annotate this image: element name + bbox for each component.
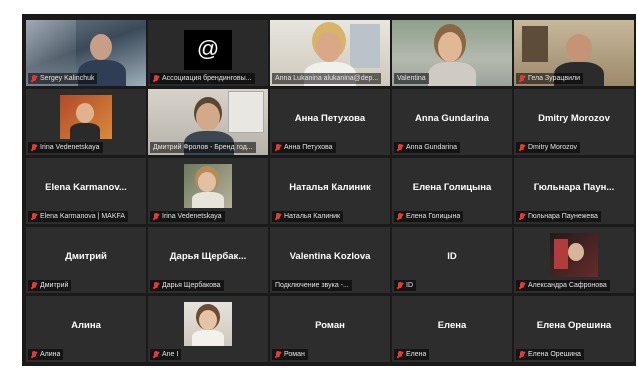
muted-mic-icon xyxy=(31,350,37,359)
participant-display-name: Valentina Kozlova xyxy=(289,251,371,262)
muted-mic-icon xyxy=(153,212,159,221)
participant-display-name: Дмитрий xyxy=(65,251,107,262)
participant-tile[interactable]: Гюльнара Паун... Гюльнара Паунежева xyxy=(514,158,634,224)
participant-tile[interactable]: Алина Алина xyxy=(26,296,146,362)
participant-name-label: Наталья Калиник xyxy=(272,211,344,222)
muted-mic-icon xyxy=(397,212,403,221)
participant-tile-active-speaker[interactable]: Anna Lukanina alukanina@dep... xyxy=(270,20,390,86)
participant-tile[interactable]: Анна Петухова Анна Петухова xyxy=(270,89,390,155)
participant-tile[interactable]: ID ID xyxy=(392,227,512,293)
profile-picture xyxy=(184,164,232,208)
participant-name-label: Дмитрий xyxy=(28,280,72,291)
profile-picture xyxy=(60,95,112,139)
participant-name-label: Дмитрий Фролов - Бренд год... xyxy=(150,142,256,153)
participant-display-name: Наталья Калиник xyxy=(289,182,371,193)
participant-tile[interactable]: Sergey Kalinchuk xyxy=(26,20,146,86)
muted-mic-icon xyxy=(397,143,403,152)
participant-tile[interactable]: Ane I xyxy=(148,296,268,362)
profile-picture xyxy=(550,233,598,277)
participant-display-name: Анна Петухова xyxy=(294,113,366,124)
muted-mic-icon xyxy=(519,143,525,152)
muted-mic-icon xyxy=(397,350,403,359)
participant-display-name: Елена Голицына xyxy=(412,182,492,193)
muted-mic-icon xyxy=(153,350,159,359)
participant-display-name: Алина xyxy=(71,320,101,331)
participant-name-label: Irina Vedenetskaya xyxy=(28,142,103,153)
muted-mic-icon xyxy=(153,281,159,290)
muted-mic-icon xyxy=(153,74,159,83)
profile-picture xyxy=(184,302,232,346)
muted-mic-icon xyxy=(519,281,525,290)
muted-mic-icon xyxy=(31,74,37,83)
participant-grid: Sergey Kalinchuk @ Ассоциация брендингов… xyxy=(26,20,634,364)
muted-mic-icon xyxy=(397,281,403,290)
participant-tile[interactable]: Гела Зурацвили xyxy=(514,20,634,86)
participant-name-label: Anna Gundarina xyxy=(394,142,460,153)
participant-tile[interactable]: Valentina Kozlova Подключение звука -... xyxy=(270,227,390,293)
participant-name-label: Елена Голицына xyxy=(394,211,464,222)
participant-name-label: Irina Vedenetskaya xyxy=(150,211,225,222)
participant-display-name: Elena Karmanov... xyxy=(45,182,127,193)
participant-name-label: Гела Зурацвили xyxy=(516,73,583,84)
participant-name-label: Роман xyxy=(272,349,308,360)
participant-name-label: Valentina xyxy=(394,73,429,84)
participant-name-label: Елена xyxy=(394,349,430,360)
muted-mic-icon xyxy=(275,143,281,152)
at-sign-icon: @ xyxy=(196,36,220,61)
participant-name-label: Dmitry Morozov xyxy=(516,142,581,153)
muted-mic-icon xyxy=(31,281,37,290)
muted-mic-icon xyxy=(519,74,525,83)
connecting-audio-label: Подключение звука -... xyxy=(272,280,352,291)
participant-name-label: ID xyxy=(394,280,416,291)
participant-tile[interactable]: Elena Karmanov... Elena Karmanova | MAKF… xyxy=(26,158,146,224)
participant-tile[interactable]: Елена Елена xyxy=(392,296,512,362)
participant-tile[interactable]: Irina Vedenetskaya xyxy=(148,158,268,224)
muted-mic-icon xyxy=(31,212,37,221)
participant-tile[interactable]: @ Ассоциация брендинговы... xyxy=(148,20,268,86)
muted-mic-icon xyxy=(275,212,281,221)
video-gallery-window: Sergey Kalinchuk @ Ассоциация брендингов… xyxy=(22,14,636,366)
participant-display-name: Елена Орешина xyxy=(536,320,612,331)
participant-tile[interactable]: Дмитрий Дмитрий xyxy=(26,227,146,293)
participant-display-name: Гюльнара Паун... xyxy=(533,182,615,193)
participant-name-label: Ane I xyxy=(150,349,182,360)
muted-mic-icon xyxy=(31,143,37,152)
company-logo: @ xyxy=(184,30,232,70)
participant-display-name: Елена xyxy=(437,320,467,331)
participant-tile[interactable]: Елена Орешина Елена Орешина xyxy=(514,296,634,362)
participant-tile[interactable]: Дарья Щербак... Дарья Щербакова xyxy=(148,227,268,293)
participant-name-label: Алина xyxy=(28,349,64,360)
participant-tile[interactable]: Dmitry Morozov Dmitry Morozov xyxy=(514,89,634,155)
participant-display-name: Anna Gundarina xyxy=(415,113,489,124)
participant-name-label: Sergey Kalinchuk xyxy=(28,73,98,84)
participant-display-name: Dmitry Morozov xyxy=(538,113,610,124)
participant-display-name: Дарья Щербак... xyxy=(169,251,247,262)
participant-name-label: Анна Петухова xyxy=(272,142,336,153)
participant-display-name: Роман xyxy=(315,320,345,331)
participant-tile[interactable]: Елена Голицына Елена Голицына xyxy=(392,158,512,224)
participant-tile[interactable]: Наталья Калиник Наталья Калиник xyxy=(270,158,390,224)
participant-name-label: Александра Сафронова xyxy=(516,280,610,291)
participant-tile[interactable]: Anna Gundarina Anna Gundarina xyxy=(392,89,512,155)
participant-tile[interactable]: Роман Роман xyxy=(270,296,390,362)
participant-name-label: Дарья Щербакова xyxy=(150,280,224,291)
participant-name-label: Ассоциация брендинговы... xyxy=(150,73,255,84)
participant-name-label: Елена Орешина xyxy=(516,349,584,360)
participant-display-name: ID xyxy=(447,251,457,262)
participant-name-label: Anna Lukanina alukanina@dep... xyxy=(272,73,382,84)
muted-mic-icon xyxy=(519,212,525,221)
participant-name-label: Elena Karmanova | MAKFA xyxy=(28,211,129,222)
participant-tile[interactable]: Александра Сафронова xyxy=(514,227,634,293)
muted-mic-icon xyxy=(519,350,525,359)
muted-mic-icon xyxy=(275,350,281,359)
participant-name-label: Гюльнара Паунежева xyxy=(516,211,601,222)
participant-tile[interactable]: Valentina xyxy=(392,20,512,86)
participant-tile[interactable]: Дмитрий Фролов - Бренд год... xyxy=(148,89,268,155)
participant-tile[interactable]: Irina Vedenetskaya xyxy=(26,89,146,155)
